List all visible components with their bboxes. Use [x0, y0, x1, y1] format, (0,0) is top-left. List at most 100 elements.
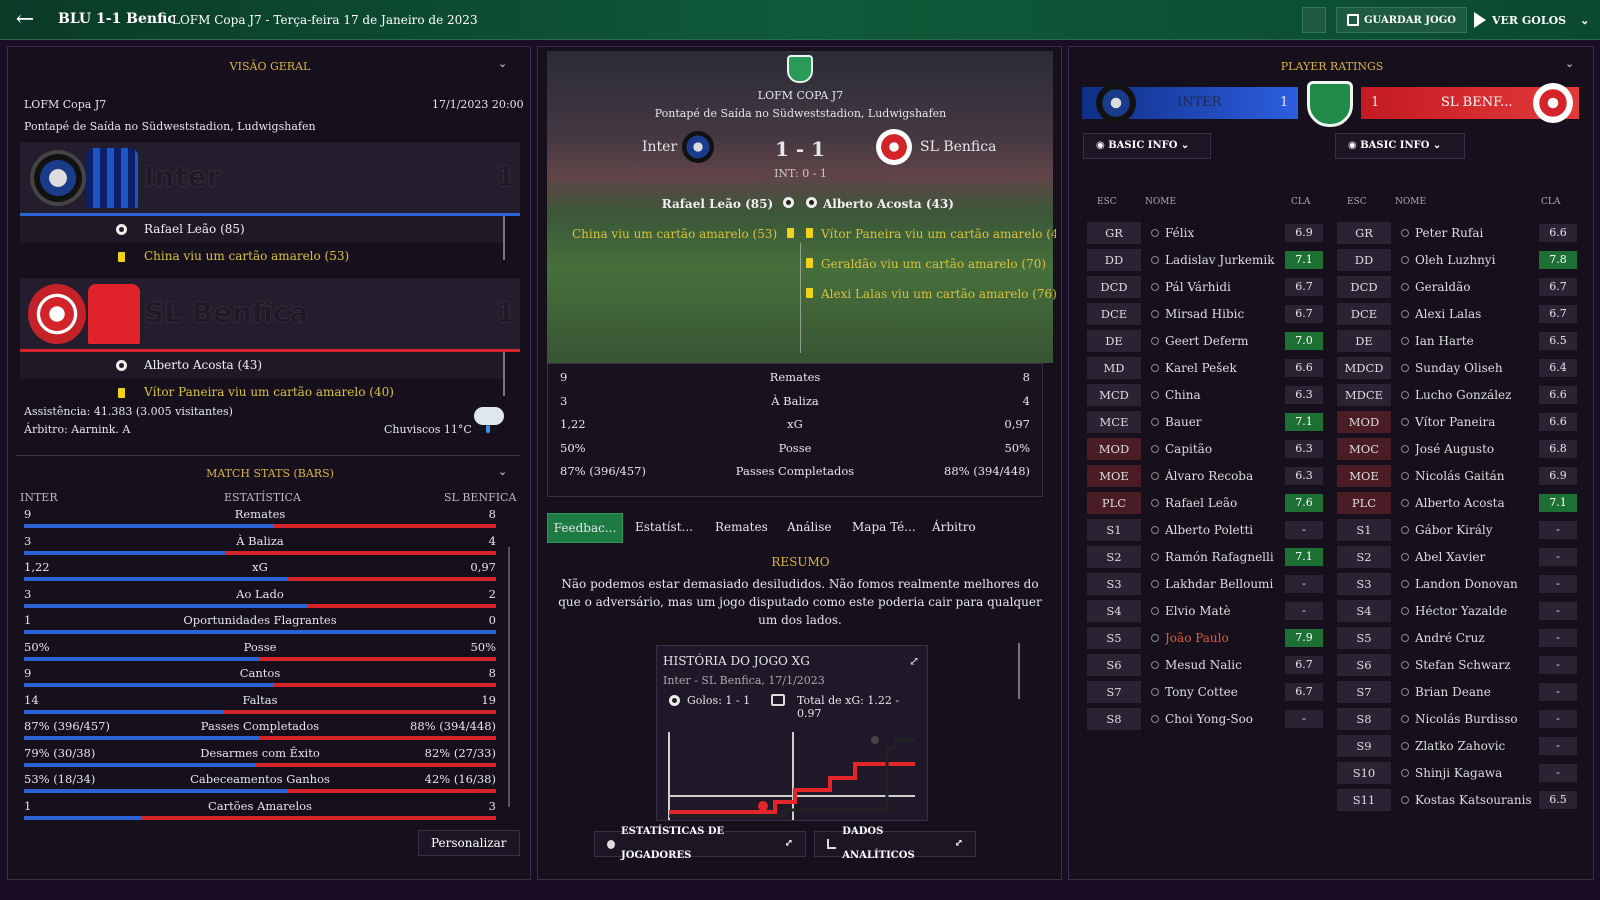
player-name[interactable]: Ramón Rafagnelli	[1165, 550, 1285, 564]
view-goals-button[interactable]: VER GOLOS ⌄	[1474, 7, 1589, 33]
player-name[interactable]: Stefan Schwarz	[1415, 658, 1539, 672]
player-row[interactable]: S9 Zlatko Zahovic -	[1337, 732, 1577, 759]
player-row[interactable]: S1 Alberto Poletti -	[1087, 516, 1323, 543]
player-row[interactable]: MOE Nicolás Gaitán 6.9	[1337, 462, 1577, 489]
player-row[interactable]: MOC José Augusto 6.8	[1337, 435, 1577, 462]
expand-icon[interactable]: ⤢	[909, 654, 919, 668]
blank-button[interactable]	[1302, 7, 1326, 33]
player-name[interactable]: China	[1165, 388, 1285, 402]
player-row[interactable]: S7 Tony Cottee 6.7	[1087, 678, 1323, 705]
player-name[interactable]: Bauer	[1165, 415, 1285, 429]
player-name[interactable]: Mesud Nalic	[1165, 658, 1285, 672]
tab-shots[interactable]: Remates	[715, 520, 768, 534]
player-row[interactable]: MCE Bauer 7.1	[1087, 408, 1323, 435]
player-name[interactable]: Zlatko Zahovic	[1415, 739, 1539, 753]
player-row[interactable]: MCD China 6.3	[1087, 381, 1323, 408]
player-name[interactable]: Lucho González	[1415, 388, 1539, 402]
tab-stats[interactable]: Estatíst...	[635, 520, 693, 534]
player-row[interactable]: S2 Ramón Rafagnelli 7.1	[1087, 543, 1323, 570]
player-name[interactable]: Nicolás Burdisso	[1415, 712, 1539, 726]
player-row[interactable]: DE Ian Harte 6.5	[1337, 327, 1577, 354]
player-row[interactable]: MOD Vítor Paneira 6.6	[1337, 408, 1577, 435]
player-name[interactable]: Nicolás Gaitán	[1415, 469, 1539, 483]
chevron-down-icon[interactable]: ⌄	[498, 57, 507, 70]
player-stats-button[interactable]: ESTATÍSTICAS DE JOGADORES ⤢	[594, 826, 806, 861]
player-row[interactable]: PLC Rafael Leão 7.6	[1087, 489, 1323, 516]
player-name[interactable]: Tony Cottee	[1165, 685, 1285, 699]
player-row[interactable]: S5 André Cruz -	[1337, 624, 1577, 651]
player-row[interactable]: DCE Mirsad Hibic 6.7	[1087, 300, 1323, 327]
player-row[interactable]: MD Karel Pešek 6.6	[1087, 354, 1323, 381]
player-name[interactable]: Shinji Kagawa	[1415, 766, 1539, 780]
analytics-button[interactable]: DADOS ANALÍTICOS ⤢	[814, 826, 976, 861]
player-row[interactable]: S3 Landon Donovan -	[1337, 570, 1577, 597]
player-name[interactable]: Elvio Matè	[1165, 604, 1285, 618]
player-row[interactable]: S5 João Paulo 7.9	[1087, 624, 1323, 651]
player-name[interactable]: Ian Harte	[1415, 334, 1539, 348]
player-row[interactable]: MOD Capitão 6.3	[1087, 435, 1323, 462]
player-name[interactable]: Lakhdar Belloumi	[1165, 577, 1285, 591]
player-row[interactable]: S1 Gábor Király -	[1337, 516, 1577, 543]
player-name[interactable]: Kostas Katsouranis	[1415, 793, 1539, 807]
player-name[interactable]: José Augusto	[1415, 442, 1539, 456]
player-name[interactable]: Geraldão	[1415, 280, 1539, 294]
player-name[interactable]: Geert Deferm	[1165, 334, 1285, 348]
player-name[interactable]: Vítor Paneira	[1415, 415, 1539, 429]
player-row[interactable]: S4 Héctor Yazalde -	[1337, 597, 1577, 624]
player-name[interactable]: Landon Donovan	[1415, 577, 1539, 591]
player-row[interactable]: S10 Shinji Kagawa -	[1337, 759, 1577, 786]
scrollbar[interactable]	[1018, 643, 1020, 699]
player-row[interactable]: S8 Choi Yong-Soo -	[1087, 705, 1323, 732]
chevron-down-icon[interactable]: ⌄	[1580, 14, 1589, 27]
player-row[interactable]: PLC Alberto Acosta 7.1	[1337, 489, 1577, 516]
tab-referee[interactable]: Árbitro	[932, 520, 976, 534]
back-arrow-icon[interactable]: ←	[12, 7, 38, 33]
player-name[interactable]: Sunday Oliseh	[1415, 361, 1539, 375]
player-name[interactable]: Brian Deane	[1415, 685, 1539, 699]
tab-feedback[interactable]: Feedbac...	[547, 513, 623, 543]
scrollbar[interactable]	[503, 216, 505, 260]
player-name[interactable]: André Cruz	[1415, 631, 1539, 645]
player-name[interactable]: Alberto Poletti	[1165, 523, 1285, 537]
player-name[interactable]: Álvaro Recoba	[1165, 469, 1285, 483]
player-name[interactable]: João Paulo	[1165, 631, 1285, 645]
player-row[interactable]: DD Ladislav Jurkemik 7.1	[1087, 246, 1323, 273]
player-name[interactable]: Karel Pešek	[1165, 361, 1285, 375]
away-basic-info-dropdown[interactable]: ◉ BASIC INFO ⌄	[1335, 133, 1465, 159]
player-name[interactable]: Choi Yong-Soo	[1165, 712, 1285, 726]
scrollbar[interactable]	[508, 547, 510, 807]
player-name[interactable]: Oleh Luzhnyi	[1415, 253, 1539, 267]
save-game-button[interactable]: GUARDAR JOGO	[1336, 7, 1467, 33]
player-name[interactable]: Alexi Lalas	[1415, 307, 1539, 321]
player-row[interactable]: DCD Pál Várhidi 6.7	[1087, 273, 1323, 300]
player-name[interactable]: Gábor Király	[1415, 523, 1539, 537]
player-row[interactable]: MOE Álvaro Recoba 6.3	[1087, 462, 1323, 489]
player-name[interactable]: Félix	[1165, 226, 1285, 240]
player-row[interactable]: GR Félix 6.9	[1087, 219, 1323, 246]
player-row[interactable]: MDCD Sunday Oliseh 6.4	[1337, 354, 1577, 381]
player-row[interactable]: GR Peter Rufai 6.6	[1337, 219, 1577, 246]
player-row[interactable]: DD Oleh Luzhnyi 7.8	[1337, 246, 1577, 273]
player-name[interactable]: Mirsad Hibic	[1165, 307, 1285, 321]
player-row[interactable]: S7 Brian Deane -	[1337, 678, 1577, 705]
customize-button[interactable]: Personalizar	[418, 830, 520, 856]
player-name[interactable]: Abel Xavier	[1415, 550, 1539, 564]
player-name[interactable]: Peter Rufai	[1415, 226, 1539, 240]
player-row[interactable]: S3 Lakhdar Belloumi -	[1087, 570, 1323, 597]
player-row[interactable]: DE Geert Deferm 7.0	[1087, 327, 1323, 354]
tab-tactical-map[interactable]: Mapa Té...	[852, 520, 916, 534]
player-name[interactable]: Alberto Acosta	[1415, 496, 1539, 510]
tab-analysis[interactable]: Análise	[787, 520, 831, 534]
player-name[interactable]: Capitão	[1165, 442, 1285, 456]
player-row[interactable]: S6 Mesud Nalic 6.7	[1087, 651, 1323, 678]
player-row[interactable]: S8 Nicolás Burdisso -	[1337, 705, 1577, 732]
player-name[interactable]: Pál Várhidi	[1165, 280, 1285, 294]
player-name[interactable]: Ladislav Jurkemik	[1165, 253, 1285, 267]
player-row[interactable]: S6 Stefan Schwarz -	[1337, 651, 1577, 678]
scrollbar[interactable]	[503, 352, 505, 396]
chevron-down-icon[interactable]: ⌄	[498, 465, 507, 478]
player-row[interactable]: DCE Alexi Lalas 6.7	[1337, 300, 1577, 327]
player-row[interactable]: DCD Geraldão 6.7	[1337, 273, 1577, 300]
player-row[interactable]: S2 Abel Xavier -	[1337, 543, 1577, 570]
home-basic-info-dropdown[interactable]: ◉ BASIC INFO ⌄	[1083, 133, 1211, 159]
